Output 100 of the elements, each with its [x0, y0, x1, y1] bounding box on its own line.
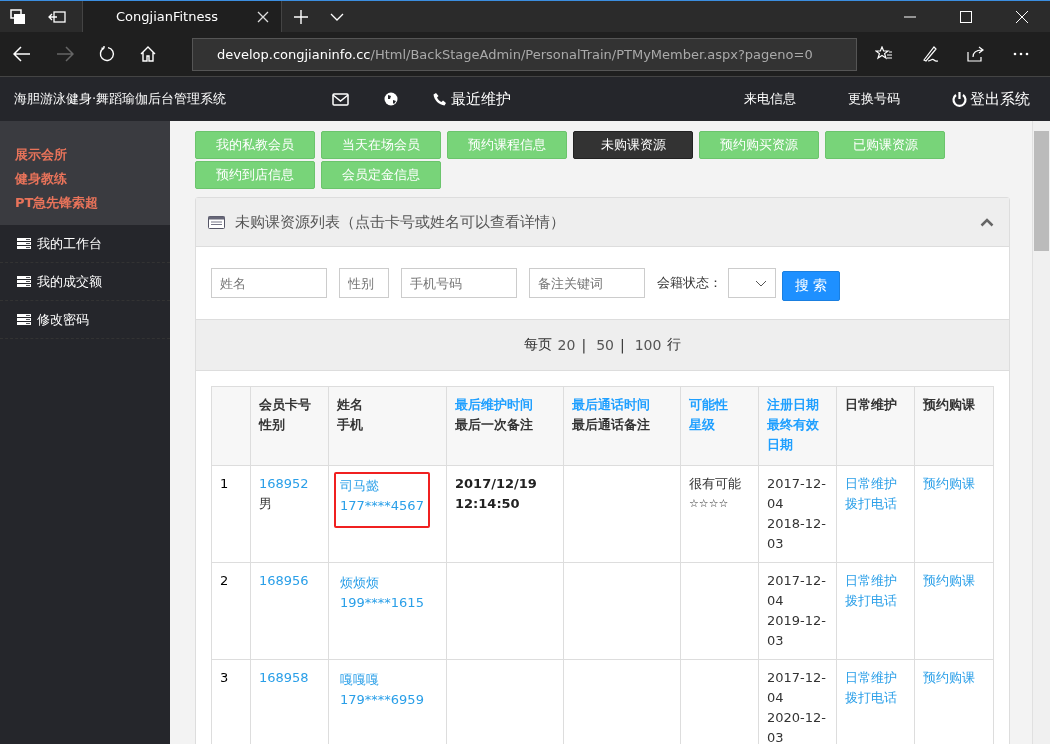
- refresh-icon[interactable]: [99, 46, 115, 62]
- nav-button[interactable]: 未购课资源: [573, 131, 693, 159]
- maintenance-link[interactable]: 日常维护: [845, 571, 906, 591]
- share-icon[interactable]: [967, 46, 985, 62]
- back-arrow-icon[interactable]: [13, 46, 31, 62]
- card-number-link[interactable]: 168952: [259, 474, 320, 494]
- register-date: 2017-12-04: [767, 475, 827, 513]
- per-page-option[interactable]: 20: [557, 337, 576, 353]
- profile-text: PT急先锋索超: [15, 194, 100, 212]
- book-course-link[interactable]: 预约购课: [923, 474, 985, 494]
- mail-icon[interactable]: [332, 92, 350, 106]
- book-course-link[interactable]: 预约购课: [923, 571, 985, 591]
- header-text: 性别: [259, 416, 286, 434]
- phone-icon: [433, 92, 448, 106]
- forward-arrow-icon[interactable]: [56, 46, 74, 62]
- nav-button[interactable]: 已购课资源: [825, 131, 945, 159]
- header-text: 最后通话备注: [572, 416, 651, 434]
- more-icon[interactable]: [1013, 52, 1029, 56]
- profile-text: 健身教练: [15, 170, 68, 188]
- sort-link[interactable]: 最后通话时间: [572, 395, 672, 415]
- maintenance-link[interactable]: 日常维护: [845, 668, 906, 688]
- stars-text: ☆☆☆☆: [689, 496, 730, 512]
- address-field[interactable]: develop.congjianinfo.cc/Html/BackStageAdmin/PersonalTrain/PTMyMember.aspx?pageno=0: [192, 37, 857, 71]
- book-course-link[interactable]: 预约购课: [923, 668, 985, 688]
- expiry-date: 2018-12-03: [767, 515, 827, 553]
- header-link[interactable]: 更换号码: [848, 90, 900, 108]
- nav-button[interactable]: 预约到店信息: [195, 161, 315, 189]
- phone-link[interactable]: 199****1615: [340, 593, 424, 613]
- phone-link[interactable]: 177****4567: [340, 496, 424, 516]
- logout-link[interactable]: 登出系统: [952, 89, 1030, 109]
- member-name-link[interactable]: 司马懿: [340, 476, 424, 496]
- card-number-link[interactable]: 168958: [259, 668, 320, 688]
- phone-link[interactable]: 179****6959: [340, 690, 424, 710]
- member-name-link[interactable]: 嘎嘎嘎: [340, 670, 424, 690]
- possibility-text: 很有可能: [689, 475, 742, 493]
- nav-button[interactable]: 我的私教会员: [195, 131, 315, 159]
- browser-tab[interactable]: CongjianFitness: [82, 0, 282, 33]
- nav-button[interactable]: 会员定金信息: [321, 161, 441, 189]
- globe-icon[interactable]: [384, 92, 399, 106]
- sort-link[interactable]: 最终有效日期: [767, 415, 828, 455]
- pen-icon[interactable]: [921, 45, 939, 63]
- nav-button[interactable]: 当天在场会员: [321, 131, 441, 159]
- per-page-unit: 行: [667, 336, 682, 354]
- favorites-icon[interactable]: [875, 46, 893, 62]
- header-text: 最后一次备注: [455, 416, 534, 434]
- header-text: 姓名: [337, 396, 364, 414]
- maintenance-link[interactable]: 日常维护: [845, 474, 906, 494]
- card-number-link[interactable]: 168956: [259, 571, 320, 591]
- scrollbar[interactable]: [1032, 121, 1050, 744]
- header-text: 预约购课: [923, 396, 976, 414]
- call-link[interactable]: 拨打电话: [845, 494, 906, 514]
- nav-button[interactable]: 预约购买资源: [699, 131, 819, 159]
- close-window-icon[interactable]: [1016, 10, 1028, 23]
- header-text: 会员卡号: [259, 396, 312, 414]
- call-link[interactable]: 拨打电话: [845, 591, 906, 611]
- per-page-option[interactable]: 50: [596, 337, 614, 353]
- close-icon[interactable]: [257, 10, 269, 23]
- profile-text: 展示会所: [15, 146, 68, 164]
- power-icon: [952, 91, 967, 107]
- panel-title: 未购课资源列表（点击卡号或姓名可以查看详情）: [235, 212, 565, 232]
- header-text: 手机: [337, 416, 364, 434]
- separator-text: |: [581, 337, 587, 353]
- menu-list-icon: [17, 276, 31, 287]
- register-date: 2017-12-04: [767, 572, 827, 610]
- expiry-date: 2020-12-03: [767, 709, 827, 744]
- register-date: 2017-12-04: [767, 669, 827, 707]
- header-link[interactable]: 来电信息: [744, 90, 796, 108]
- menu-list-icon: [17, 314, 31, 325]
- app-title: 海胆游泳健身·舞蹈瑜伽后台管理系统: [14, 90, 227, 108]
- nav-button[interactable]: 预约课程信息: [447, 131, 567, 159]
- scrollbar-thumb[interactable]: [1034, 131, 1049, 251]
- maintain-time: 2017/12/19 12:14:50: [455, 475, 538, 513]
- phone-field[interactable]: 手机号码: [401, 268, 517, 298]
- tab-preview-icon[interactable]: [48, 9, 66, 24]
- collapse-chevron-icon[interactable]: [980, 217, 994, 227]
- menu-list-icon: [17, 238, 31, 249]
- separator-text: |: [619, 337, 625, 353]
- recent-maintenance-link[interactable]: 最近维护: [433, 89, 512, 109]
- sort-link[interactable]: 最后维护时间: [455, 395, 555, 415]
- search-button[interactable]: 搜 索: [782, 271, 840, 301]
- row-number: 2: [220, 573, 229, 588]
- new-tab-icon[interactable]: [294, 9, 308, 24]
- minimize-icon[interactable]: [904, 15, 916, 18]
- chevron-down-icon[interactable]: [330, 12, 344, 21]
- chevron-down-icon: [755, 279, 767, 287]
- sort-link[interactable]: 可能性: [689, 395, 750, 415]
- name-field[interactable]: 姓名: [211, 268, 327, 298]
- expiry-date: 2019-12-03: [767, 612, 827, 650]
- call-link[interactable]: 拨打电话: [845, 688, 906, 708]
- gender-field[interactable]: 性别: [339, 268, 389, 298]
- member-name-link[interactable]: 烦烦烦: [340, 573, 424, 593]
- home-icon[interactable]: [140, 46, 156, 62]
- sort-link[interactable]: 星级: [689, 415, 750, 435]
- tab-set-icon[interactable]: [10, 8, 26, 25]
- sort-link[interactable]: 注册日期: [767, 395, 828, 415]
- gender-text: 男: [259, 495, 273, 513]
- maximize-icon[interactable]: [960, 10, 972, 23]
- status-label: 会籍状态：: [657, 274, 722, 292]
- note-keyword-field[interactable]: 备注关键词: [529, 268, 645, 298]
- per-page-option[interactable]: 100: [634, 337, 662, 353]
